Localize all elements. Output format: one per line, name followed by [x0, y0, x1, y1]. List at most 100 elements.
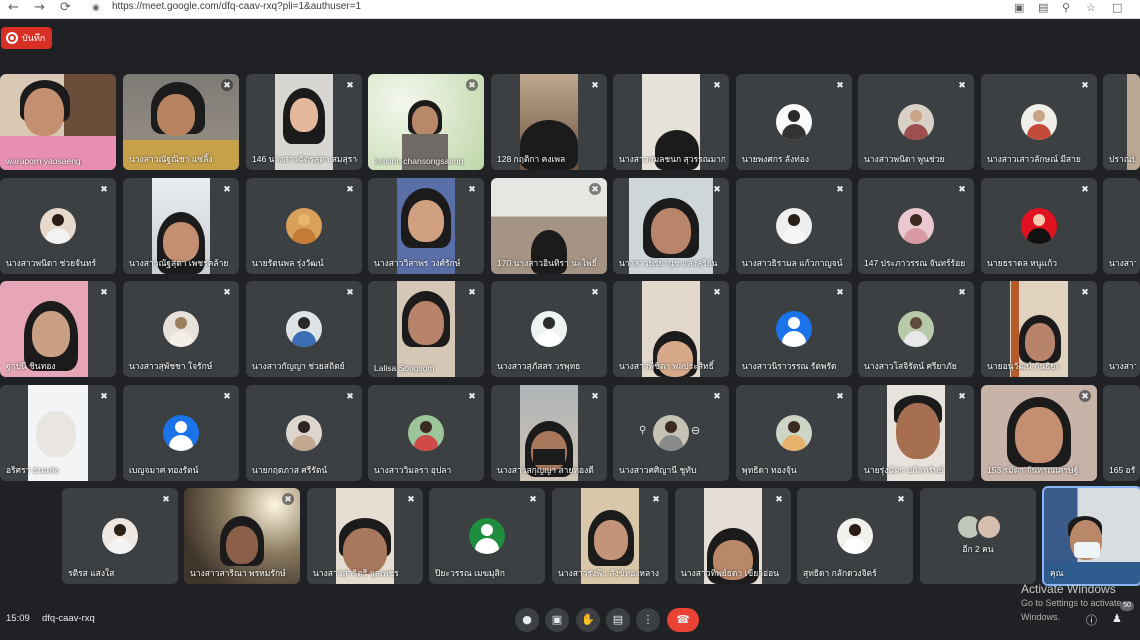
participant-tile[interactable]: ✖ นางสาวนิราวรรณ รัตพรัด: [736, 281, 852, 377]
participant-name: นายพงศกร ลังท่อง: [742, 154, 810, 164]
mic-off-icon: ✖: [958, 391, 966, 401]
participant-tile[interactable]: ✖ ketsirin chansongsaeng: [368, 74, 484, 170]
participant-tile[interactable]: ✖ นางสาวกมลชนก สุวรรณมาก: [613, 74, 729, 170]
participant-tile[interactable]: waraporn yaosaeng: [0, 74, 116, 170]
participant-name: นางสาวปรียานุช แสงสุริยัน: [619, 258, 718, 268]
mic-off-icon: ✖: [713, 287, 721, 297]
browser-address-bar: ← → ⟳ ◉ https://meet.google.com/dfq-caav…: [0, 0, 1140, 19]
participant-name: นางสาวพนิดา พูนช่วย: [864, 154, 945, 164]
url-text[interactable]: https://meet.google.com/dfq-caav-rxq?pli…: [112, 1, 361, 12]
self-view-tile[interactable]: คุณ: [1042, 486, 1140, 586]
mic-off-icon: ✖: [529, 494, 537, 504]
avatar: [286, 415, 322, 451]
participant-tile[interactable]: ✖ พุทธิดา ทองจุ้น: [736, 385, 852, 481]
avatar: [408, 415, 444, 451]
info-icon[interactable]: ⓘ: [1086, 612, 1097, 628]
mic-off-icon: ✖: [652, 494, 660, 504]
mic-off-icon: ✖: [591, 287, 599, 297]
participant-tile[interactable]: ✖ นางสาวรุ่งฟ้า สังข์ทองหลาง: [552, 488, 668, 584]
participant-tile[interactable]: ✖ นางสาวสุภัสสร วรพุทธ: [491, 281, 607, 377]
participant-tile[interactable]: ✖ Lalisa Songsom: [368, 281, 484, 377]
raise-hand-icon[interactable]: ✋: [576, 608, 600, 632]
more-options-icon[interactable]: ⋮: [636, 608, 660, 632]
participant-tile[interactable]: ✖ นางสาวปรียานุช แสงสุริยัน: [613, 178, 729, 274]
participant-name: คุณ: [1050, 568, 1064, 578]
participant-tile[interactable]: 165 อรัญญา: [1103, 385, 1140, 481]
mic-off-icon: ✖: [221, 79, 233, 91]
pin-icon[interactable]: ⚲: [639, 425, 646, 436]
mic-off-icon: ✖: [836, 391, 844, 401]
participant-tile[interactable]: ✖ นายพงศกร ลังท่อง: [736, 74, 852, 170]
camera-icon[interactable]: ▣: [545, 608, 569, 632]
participant-tile[interactable]: ✖ นางสาวณัฐสุดา เพชรคล้าย: [123, 178, 239, 274]
present-screen-icon[interactable]: ▤: [606, 608, 630, 632]
participant-name: นางสาวกัญญา ช่วยสถิตย์: [252, 361, 345, 371]
participant-tile[interactable]: ✖ 128 กฤติกา คงเพล: [491, 74, 607, 170]
participant-tile[interactable]: ✖ นางสาวกัญญา ช่วยสถิตย์: [246, 281, 362, 377]
participant-tile[interactable]: ✖ นางสาววิมลรา อุปลา: [368, 385, 484, 481]
participant-tile[interactable]: ✖ 153 รมิดา จันทรุณเศรษฐ์: [981, 385, 1097, 481]
windows-activation-title: Activate Windows: [1021, 582, 1116, 596]
participant-tile[interactable]: ✖ นางสาวสาริณา พรหมรักษ์: [184, 488, 300, 584]
participant-tile[interactable]: ✖ 146 นางสาวฉัตรสุดา สมสุรางค์: [246, 74, 362, 170]
camera-icon[interactable]: ▣: [1014, 1, 1024, 14]
participant-tile[interactable]: ✖ นางสาวพนิดา พูนช่วย: [858, 74, 974, 170]
meeting-time: 15:09: [6, 613, 30, 624]
mic-off-icon: ✖: [100, 287, 108, 297]
mic-off-icon: ✖: [836, 184, 844, 194]
participant-tile[interactable]: ✖ นายรัตนพล รุ่งวัฒน์: [246, 178, 362, 274]
participant-tile[interactable]: ✖ 147 ประภาวรรณ จันทร์ร้อย: [858, 178, 974, 274]
participant-tile[interactable]: ✖ ฐาปนี ชินทอง: [0, 281, 116, 377]
participant-tile[interactable]: ✖ นายอนุวัฒน์ กันธิยะ: [981, 281, 1097, 377]
mic-icon[interactable]: ●: [515, 608, 539, 632]
lock-icon: ◉: [92, 3, 100, 13]
zoom-icon[interactable]: ⚲: [1062, 1, 1070, 14]
participant-tile[interactable]: ✖ นางสาวสกุญญา สายทองดี: [491, 385, 607, 481]
participant-tile[interactable]: ⚲ ⊖ ✖ นางสาวศศิญานี ชูทับ: [613, 385, 729, 481]
participant-tile[interactable]: ✖ รติรส แสงใส: [62, 488, 178, 584]
mic-off-icon: ✖: [589, 183, 601, 195]
participant-tile[interactable]: ✖ นายธราดล หนูแก้ว: [981, 178, 1097, 274]
participant-tile[interactable]: ✖ ปิยะวรรณ เมฆมุสิก: [429, 488, 545, 584]
participant-name: นางสาวสาริณา พรหมรักษ์: [190, 568, 286, 578]
participant-tile[interactable]: อีก 2 คน: [920, 488, 1036, 584]
extensions-icon[interactable]: □: [1112, 1, 1122, 14]
participant-tile[interactable]: ✖ นางสาวธิรามล แก้วกาญจน์: [736, 178, 852, 274]
participant-tile[interactable]: ✖ นางสาวทิพย์ธดา เขียวอ่อน: [675, 488, 791, 584]
forward-arrow-icon[interactable]: →: [34, 0, 45, 18]
bookmark-star-icon[interactable]: ☆: [1086, 1, 1096, 14]
participant-tile[interactable]: ✖ นางสาวสาวิตรี จุลเพชร: [307, 488, 423, 584]
participant-tile[interactable]: ✖ เบญจมาศ ทองรัตน์: [123, 385, 239, 481]
participant-tile[interactable]: ✖ นางสาวพิชิตา พลประสิทธิ์: [613, 281, 729, 377]
participants-count-badge: 50: [1120, 601, 1134, 611]
end-call-icon[interactable]: ☎: [667, 608, 699, 632]
participant-tile[interactable]: ✖ นางสาวณัฐณิชา แซ่ลิ้ง: [123, 74, 239, 170]
remove-icon[interactable]: ⊖: [691, 424, 700, 437]
participant-tile[interactable]: ✖ นางสาววิสาพร วงศ์รักษ์: [368, 178, 484, 274]
mic-off-icon: ✖: [958, 287, 966, 297]
record-button[interactable]: บันทึก: [1, 27, 53, 49]
participant-tile[interactable]: ปราณปรียา: [1103, 74, 1140, 170]
translate-icon[interactable]: ▤: [1038, 1, 1048, 14]
participant-tile[interactable]: ✖ นางสาวเสาวลักษณ์ มีสาย: [981, 74, 1097, 170]
participant-tile[interactable]: ✖ 170 นางสาวอินทิรา นะโพธิ์: [491, 178, 607, 274]
participant-tile[interactable]: ✖ นายกฤตภาส ศรีรัตน์: [246, 385, 362, 481]
mic-off-icon: ✖: [1081, 287, 1089, 297]
reload-icon[interactable]: ⟳: [60, 0, 71, 18]
mic-off-icon: ✖: [713, 184, 721, 194]
participant-tile[interactable]: ✖ สุทธิดา กลักดวงจิตร์: [797, 488, 913, 584]
participant-tile[interactable]: นางสาว: [1103, 178, 1140, 274]
participant-name: เบญจมาศ ทองรัตน์: [129, 465, 199, 475]
participant-tile[interactable]: ✖ นางสาวสุพัชชา ใจรักษ์: [123, 281, 239, 377]
participant-tile[interactable]: นางสาว: [1103, 281, 1140, 377]
participant-tile[interactable]: ✖ นางสาวพนิดา ช่วยจันทร์: [0, 178, 116, 274]
avatar: [837, 518, 873, 554]
mic-off-icon: ✖: [591, 391, 599, 401]
participant-tile[interactable]: ✖ นางสาวโสจิรัตน์ ศรียาภัย: [858, 281, 974, 377]
back-arrow-icon[interactable]: ←: [8, 0, 19, 18]
participant-tile[interactable]: ✖ อริศรา ธนแสง: [0, 385, 116, 481]
participant-tile[interactable]: ✖ นายรุ่งฉัตร ปภัสทรัพย์: [858, 385, 974, 481]
participant-name: นางสาวเสาวลักษณ์ มีสาย: [987, 154, 1081, 164]
people-icon[interactable]: ♟: [1112, 612, 1122, 625]
mic-off-icon: ✖: [346, 80, 354, 90]
